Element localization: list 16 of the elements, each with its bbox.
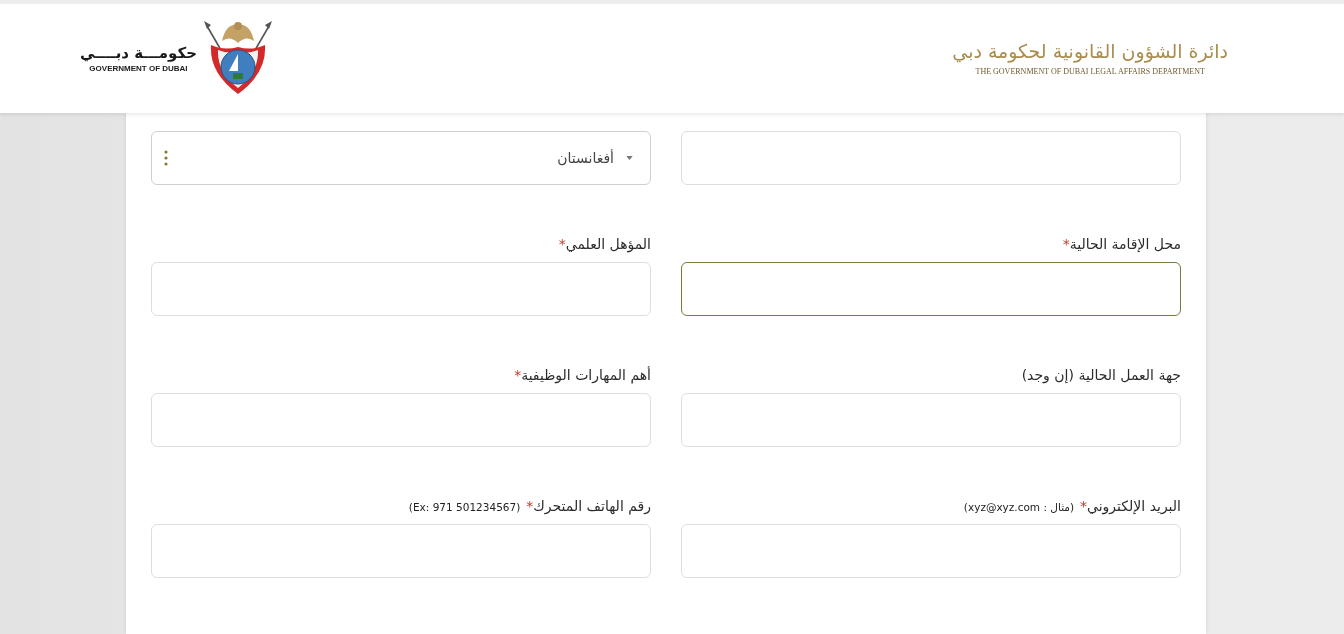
department-name-english: THE GOVERNMENT OF DUBAI LEGAL AFFAIRS DEPARTMENT <box>975 66 1205 77</box>
field-label: المؤهل العلمي* <box>558 235 651 254</box>
caret-down-icon <box>626 156 633 160</box>
government-name-arabic: حكومـــة دبــــي <box>80 43 197 63</box>
field-label: جهة العمل الحالية (إن وجد) <box>1021 366 1181 385</box>
government-name-english: GOVERNMENT OF DUBAI <box>89 63 188 74</box>
field-label: البريد الإلكتروني* <box>1080 497 1181 516</box>
field-hint: (Ex: 971 501234567) <box>408 500 521 515</box>
field-label: محل الإقامة الحالية* <box>1062 235 1181 254</box>
field-hint: (مثال : xyz@xyz.com) <box>963 500 1075 515</box>
field-label: رقم الهاتف المتحرك* <box>526 497 651 516</box>
text-field[interactable] <box>681 262 1181 316</box>
vertical-dots-icon[interactable] <box>164 150 168 166</box>
field-label: أهم المهارات الوظيفية* <box>514 365 651 385</box>
select-dropdown[interactable]: أفغانستان <box>151 131 651 185</box>
department-name-arabic: دائرة الشؤون القانونية لحكومة دبي <box>952 39 1228 65</box>
